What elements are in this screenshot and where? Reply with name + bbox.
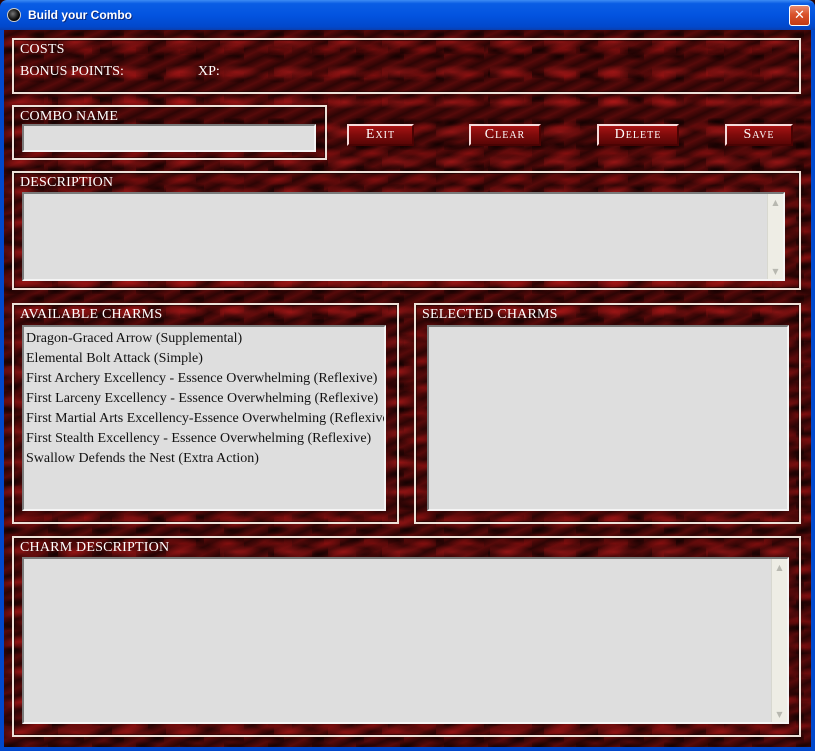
charm-description-scrollbar[interactable]: ▲ ▼ xyxy=(771,559,787,722)
close-button[interactable]: ✕ xyxy=(789,5,810,26)
scroll-up-arrow-icon[interactable]: ▲ xyxy=(772,560,787,574)
close-icon: ✕ xyxy=(794,8,805,23)
combo-name-title: COMBO NAME xyxy=(20,109,119,124)
scroll-down-arrow-icon[interactable]: ▼ xyxy=(768,264,783,278)
description-textarea[interactable]: ▲ ▼ xyxy=(22,192,785,281)
description-title: DESCRIPTION xyxy=(20,175,114,190)
costs-title: COSTS xyxy=(20,42,65,57)
title-bar: Build your Combo ✕ xyxy=(0,0,815,30)
app-icon xyxy=(7,8,21,22)
description-group: DESCRIPTION ▲ ▼ xyxy=(12,171,801,290)
clear-button[interactable]: Clear xyxy=(469,124,541,146)
available-charms-list[interactable]: Dragon-Graced Arrow (Supplemental) Eleme… xyxy=(22,325,386,511)
save-button[interactable]: Save xyxy=(725,124,793,146)
selected-charms-title: SELECTED CHARMS xyxy=(422,307,558,322)
charm-description-title: CHARM DESCRIPTION xyxy=(20,540,170,555)
delete-button[interactable]: Delete xyxy=(597,124,679,146)
list-item[interactable]: First Archery Excellency - Essence Overw… xyxy=(25,369,384,389)
available-charms-group: AVAILABLE CHARMS Dragon-Graced Arrow (Su… xyxy=(12,303,399,524)
list-item[interactable]: Dragon-Graced Arrow (Supplemental) xyxy=(25,329,384,349)
list-item[interactable]: First Larceny Excellency - Essence Overw… xyxy=(25,389,384,409)
xp-label: XP: xyxy=(198,64,220,79)
dialog-body: COSTS BONUS POINTS: XP: COMBO NAME Exit … xyxy=(0,30,815,751)
window-title: Build your Combo xyxy=(28,8,132,22)
charm-description-textarea[interactable]: ▲ ▼ xyxy=(22,557,789,724)
list-item[interactable]: First Martial Arts Excellency-Essence Ov… xyxy=(25,409,384,429)
exit-button[interactable]: Exit xyxy=(347,124,414,146)
description-scrollbar[interactable]: ▲ ▼ xyxy=(767,194,783,279)
combo-name-input[interactable] xyxy=(22,124,316,152)
charm-description-text xyxy=(24,559,787,565)
list-item[interactable]: Elemental Bolt Attack (Simple) xyxy=(25,349,384,369)
available-charms-title: AVAILABLE CHARMS xyxy=(20,307,163,322)
scroll-up-arrow-icon[interactable]: ▲ xyxy=(768,195,783,209)
list-item[interactable]: Swallow Defends the Nest (Extra Action) xyxy=(25,449,384,469)
selected-charms-list[interactable] xyxy=(427,325,789,511)
combo-name-group: COMBO NAME xyxy=(12,105,327,160)
costs-group: COSTS BONUS POINTS: XP: xyxy=(12,38,801,94)
bonus-points-label: BONUS POINTS: xyxy=(20,64,124,79)
scroll-down-arrow-icon[interactable]: ▼ xyxy=(772,707,787,721)
charm-description-group: CHARM DESCRIPTION ▲ ▼ xyxy=(12,536,801,737)
description-text xyxy=(24,194,783,200)
selected-charms-group: SELECTED CHARMS xyxy=(414,303,801,524)
list-item[interactable]: First Stealth Excellency - Essence Overw… xyxy=(25,429,384,449)
